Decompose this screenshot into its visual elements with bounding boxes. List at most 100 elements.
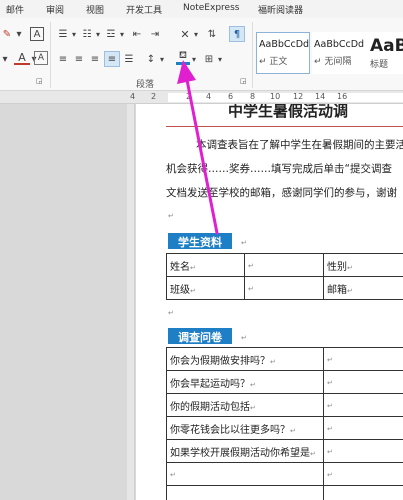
cell-mark: ↵ xyxy=(327,355,333,364)
font-color-icon[interactable]: A xyxy=(14,51,30,65)
survey-question: 你的假期活动包括 xyxy=(170,401,250,413)
style-name-label: ↵ 正文 xyxy=(259,57,288,67)
table-cell[interactable]: ↵ xyxy=(244,276,324,300)
sort-icon[interactable]: ⇅ xyxy=(205,27,219,41)
show-paragraph-marks-icon[interactable]: ¶ xyxy=(229,26,245,42)
horizontal-ruler[interactable]: 4 2 2 4 6 8 10 12 14 16 xyxy=(0,91,403,104)
survey-question-cell[interactable]: 你会早起运动吗？↵ xyxy=(166,370,324,394)
table-cell[interactable]: ↵ xyxy=(244,253,324,277)
paragraph-mark: ↵ xyxy=(241,239,247,247)
survey-question-cell[interactable]: 如果学校开展假期活动你希望是↵ xyxy=(166,439,324,463)
chinese-layout-icon[interactable]: ✕ xyxy=(178,27,192,41)
survey-answer-cell[interactable]: ↵ xyxy=(323,439,403,463)
survey-question-cell[interactable] xyxy=(166,485,324,500)
ruler-text-area xyxy=(168,93,403,102)
menu-view[interactable]: 视图 xyxy=(86,3,104,16)
dropdown-arrow-icon[interactable]: ▾ xyxy=(70,27,78,41)
cell-mark: ↵ xyxy=(248,261,254,270)
ruler-number: 14 xyxy=(315,92,326,101)
ruler-number: 8 xyxy=(250,92,256,101)
menu-bar: 邮件 审阅 视图 开发工具 NoteExpress 福昕阅读器 xyxy=(0,0,403,18)
table-row: 姓名↵ ↵ 性别↵ xyxy=(166,253,403,277)
style-no-spacing[interactable]: AaBbCcDd ↵ 无间隔 xyxy=(312,32,368,74)
character-border-icon[interactable]: A xyxy=(30,27,44,41)
dropdown-arrow-icon[interactable]: ▾ xyxy=(14,27,24,41)
table-cell[interactable]: 邮箱↵ xyxy=(323,276,403,300)
dropdown-arrow-icon[interactable]: ▾ xyxy=(216,52,224,66)
cell-mark: ↵ xyxy=(190,286,196,295)
section-header-student-info: 学生资料 xyxy=(168,233,232,249)
distributed-icon[interactable]: ☰ xyxy=(122,52,136,66)
survey-question-cell[interactable]: ↵ xyxy=(166,462,324,486)
cell-mark: ↵ xyxy=(327,424,333,433)
survey-question: 你会为假期做安排吗？ xyxy=(170,355,270,367)
survey-question-cell[interactable]: 你的假期活动包括↵ xyxy=(166,393,324,417)
line-spacing-icon[interactable]: ↕ xyxy=(144,52,158,66)
document-page[interactable]: 中学生暑假活动调 本调查表旨在了解中学生在暑假期间的主要活 机会获得……奖券……… xyxy=(136,104,403,500)
cell-mark: ↵ xyxy=(190,263,196,272)
ruler-number: 16 xyxy=(337,92,348,101)
survey-question: 你零花钱会比以往更多吗？ xyxy=(170,424,290,436)
style-name-label: ↵ 无间隔 xyxy=(314,57,352,67)
font-dialog-launcher-icon[interactable]: ◲ xyxy=(36,77,43,85)
menu-review[interactable]: 审阅 xyxy=(46,3,64,16)
dropdown-arrow-icon[interactable]: ▾ xyxy=(0,52,10,66)
survey-question: 如果学校开展假期活动你希望是 xyxy=(170,447,310,459)
dropdown-arrow-icon[interactable]: ▾ xyxy=(94,27,102,41)
cell-mark: ↵ xyxy=(250,403,256,412)
survey-question: 你会早起运动吗？ xyxy=(170,378,250,390)
menu-developer[interactable]: 开发工具 xyxy=(126,3,162,16)
survey-question-cell[interactable]: 你会为假期做安排吗？↵ xyxy=(166,347,324,371)
survey-answer-cell[interactable] xyxy=(323,485,403,500)
survey-answer-cell[interactable]: ↵ xyxy=(323,347,403,371)
table-cell[interactable]: 性别↵ xyxy=(323,253,403,277)
group-separator xyxy=(252,22,253,88)
increase-indent-icon[interactable]: ⇥ xyxy=(148,27,162,41)
dropdown-arrow-icon[interactable]: ▾ xyxy=(190,52,198,66)
ruler-number: 2 xyxy=(186,92,192,101)
format-painter-icon[interactable]: ✎ xyxy=(1,27,13,41)
ruler-number: 4 xyxy=(130,92,136,101)
align-right-icon[interactable]: ≡ xyxy=(88,52,102,66)
survey-answer-cell[interactable]: ↵ xyxy=(323,416,403,440)
survey-answer-cell[interactable]: ↵ xyxy=(323,393,403,417)
paragraph-mark: ↵ xyxy=(168,309,174,317)
table-cell[interactable]: 班级↵ xyxy=(166,276,245,300)
vertical-ruler[interactable] xyxy=(127,104,135,500)
section-header-survey: 调查问卷 xyxy=(168,328,232,344)
style-sample-text: AaBbCcDd xyxy=(314,39,365,50)
dropdown-arrow-icon[interactable]: ▾ xyxy=(118,27,126,41)
dropdown-arrow-icon[interactable]: ▾ xyxy=(158,52,166,66)
multilevel-list-icon[interactable]: ☲ xyxy=(104,27,118,41)
cell-mark: ↵ xyxy=(250,380,256,389)
character-shading-icon[interactable]: A xyxy=(34,51,48,65)
cell-label: 班级 xyxy=(170,284,190,296)
paragraph-dialog-launcher-icon[interactable]: ◲ xyxy=(240,77,247,85)
survey-answer-cell[interactable]: ↵ xyxy=(323,370,403,394)
bullets-icon[interactable]: ☰ xyxy=(56,27,70,41)
student-info-table: 姓名↵ ↵ 性别↵ 班级↵ ↵ 邮箱↵ xyxy=(166,253,403,300)
menu-noteexpress[interactable]: NoteExpress xyxy=(183,3,239,13)
dropdown-arrow-icon[interactable]: ▾ xyxy=(192,27,200,41)
justify-icon[interactable]: ≡ xyxy=(104,51,120,67)
table-cell[interactable]: 姓名↵ xyxy=(166,253,245,277)
borders-icon[interactable]: ⊞ xyxy=(202,52,216,66)
numbering-icon[interactable]: ☷ xyxy=(80,27,94,41)
style-heading[interactable]: AaB 标题 xyxy=(368,32,403,74)
shading-bucket-icon[interactable]: ⛾ xyxy=(176,50,190,65)
cell-mark: ↵ xyxy=(327,470,333,479)
decrease-indent-icon[interactable]: ⇤ xyxy=(130,27,144,41)
align-left-icon[interactable]: ≡ xyxy=(56,52,70,66)
cell-mark: ↵ xyxy=(248,284,254,293)
intro-paragraph-line: 本调查表旨在了解中学生在暑假期间的主要活 xyxy=(196,139,403,151)
cell-label: 姓名 xyxy=(170,261,190,273)
paragraph-mark: ↵ xyxy=(168,212,174,220)
cell-label: 性别 xyxy=(327,261,347,273)
align-center-icon[interactable]: ≡ xyxy=(72,52,86,66)
survey-answer-cell[interactable]: ↵ xyxy=(323,462,403,486)
cell-mark: ↵ xyxy=(270,357,276,366)
style-normal[interactable]: AaBbCcDd ↵ 正文 xyxy=(256,32,310,74)
menu-mail[interactable]: 邮件 xyxy=(6,3,24,16)
menu-foxit-reader[interactable]: 福昕阅读器 xyxy=(258,3,303,16)
survey-question-cell[interactable]: 你零花钱会比以往更多吗？↵ xyxy=(166,416,324,440)
